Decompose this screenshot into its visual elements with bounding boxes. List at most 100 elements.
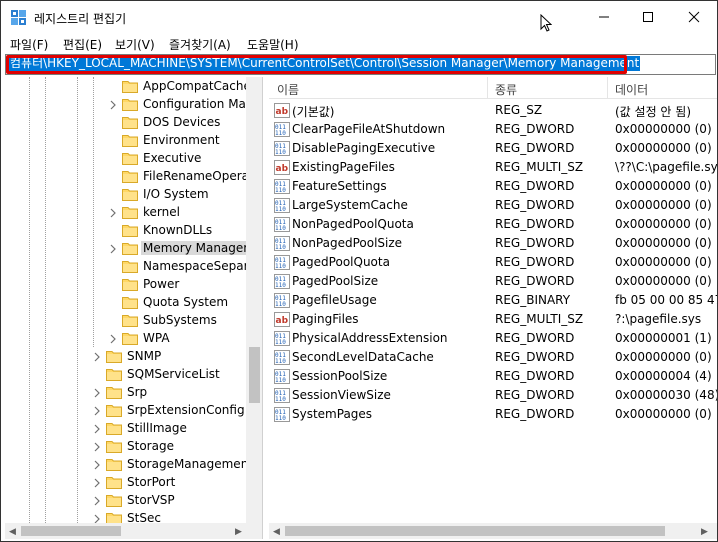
tree-item[interactable]: kernel — [108, 204, 246, 222]
scroll-right-icon[interactable]: ▶ — [701, 527, 708, 537]
tree-item[interactable]: Environment — [108, 132, 246, 150]
table-row[interactable]: 011 110 LargeSystemCache REG_DWORD 0x0000000… — [269, 196, 717, 215]
tree-item-label: Executive — [143, 151, 202, 165]
tree-item[interactable]: Executive — [108, 150, 246, 168]
table-row[interactable]: 011 110 NonPagedPoolSize REG_DWORD 0x0000000… — [269, 234, 717, 253]
table-row[interactable]: 011 110 NonPagedPoolQuota REG_DWORD 0x000000… — [269, 215, 717, 234]
tree-item[interactable]: SubSystems — [108, 312, 246, 330]
list-horizontal-scrollbar[interactable]: ◀ ▶ — [269, 523, 717, 539]
tree-item-label: StorVSP — [127, 493, 175, 507]
tree-item[interactable]: StorageManagement — [92, 456, 253, 474]
tree-item[interactable]: StorPort — [92, 474, 246, 492]
table-row[interactable]: ab (기본값) REG_SZ (값 설정 안 됨) — [269, 101, 717, 120]
value-name-cell: PagedPoolQuota — [292, 255, 390, 269]
table-row[interactable]: 011 110 ClearPageFileAtShutdown REG_DWORD 0x… — [269, 120, 717, 139]
folder-icon — [122, 133, 138, 147]
tree-item[interactable]: SrpExtensionConfig — [92, 402, 246, 420]
table-row[interactable]: ab ExistingPageFiles REG_MULTI_SZ \??\C:\pa… — [269, 158, 717, 177]
value-name-cell: ExistingPageFiles — [292, 160, 395, 174]
values-list-pane[interactable]: 이름 종류 데이터 ab (기본값) REG_SZ (값 설정 안 됨) 011 110 C… — [269, 77, 717, 539]
column-type-header[interactable]: 종류 — [495, 81, 517, 98]
value-name-cell: DisablePagingExecutive — [292, 141, 436, 155]
tree-item[interactable]: SNMP — [92, 348, 246, 366]
expand-chevron-icon[interactable] — [108, 333, 118, 345]
expand-chevron-icon[interactable] — [108, 99, 118, 111]
expand-chevron-icon[interactable] — [92, 351, 102, 363]
menu-view[interactable]: 보기(V) — [115, 36, 155, 53]
close-icon — [688, 11, 700, 23]
tree-item[interactable]: NamespaceSeparat — [108, 258, 261, 276]
expand-chevron-icon[interactable] — [92, 477, 102, 489]
tree-item-label: WPA — [143, 331, 170, 345]
value-type-cell: REG_DWORD — [495, 236, 575, 250]
close-button[interactable] — [671, 1, 717, 33]
table-row[interactable]: 011 110 SecondLevelDataCache REG_DWORD 0x000… — [269, 348, 717, 367]
menu-help[interactable]: 도움말(H) — [247, 36, 299, 53]
tree-item[interactable]: Power — [108, 276, 246, 294]
tree-item[interactable]: KnownDLLs — [108, 222, 246, 240]
table-row[interactable]: 011 110 SystemPages REG_DWORD 0x00000000 (0) — [269, 405, 717, 424]
title-bar[interactable]: 레지스트리 편집기 — [1, 1, 717, 33]
expand-chevron-icon[interactable] — [108, 207, 118, 219]
tree-vertical-scrollbar[interactable] — [246, 77, 262, 523]
tree-item[interactable]: WPA — [108, 330, 246, 348]
tree-horizontal-scrollbar[interactable]: ◀ ▶ — [5, 523, 262, 539]
column-name-header[interactable]: 이름 — [277, 81, 299, 98]
value-type-cell: REG_BINARY — [495, 293, 571, 307]
tree-item[interactable]: FileRenameOperatio — [108, 168, 262, 186]
scroll-left-icon[interactable]: ◀ — [273, 527, 280, 537]
mouse-cursor-icon — [540, 13, 553, 35]
minimize-button[interactable] — [581, 1, 627, 33]
tree-item-label: SubSystems — [143, 313, 217, 327]
value-data-cell: 0x00000000 (0) — [615, 407, 712, 421]
scroll-right-icon[interactable]: ▶ — [235, 527, 242, 537]
tree-item[interactable]: Storage — [92, 438, 246, 456]
table-row[interactable]: 011 110 DisablePagingExecutive REG_DWORD 0x0… — [269, 139, 717, 158]
tree-item[interactable]: Memory Managem — [108, 240, 257, 258]
expand-chevron-icon[interactable] — [92, 387, 102, 399]
expand-chevron-icon[interactable] — [92, 405, 102, 417]
menu-file[interactable]: 파일(F) — [10, 36, 48, 53]
table-row[interactable]: 011 110 PagefileUsage REG_BINARY fb 05 00 00… — [269, 291, 717, 310]
tree-item[interactable]: AppCompatCache — [108, 78, 251, 96]
value-data-cell: 0x00000000 (0) — [615, 179, 712, 193]
expand-chevron-icon[interactable] — [92, 441, 102, 453]
tree-item[interactable]: DOS Devices — [108, 114, 246, 132]
tree-item[interactable]: StillImage — [92, 420, 246, 438]
column-separator[interactable] — [607, 77, 608, 99]
key-tree-pane[interactable]: AppCompatCache Configuration Mana DOS Devi… — [5, 77, 263, 539]
tree-item[interactable]: Srp — [92, 384, 246, 402]
table-row[interactable]: 011 110 PagedPoolSize REG_DWORD 0x00000000 (… — [269, 272, 717, 291]
expand-chevron-icon[interactable] — [108, 243, 118, 255]
folder-icon — [122, 313, 138, 327]
column-separator[interactable] — [487, 77, 488, 99]
expand-chevron-icon[interactable] — [92, 423, 102, 435]
table-row[interactable]: 011 110 SessionPoolSize REG_DWORD 0x00000004… — [269, 367, 717, 386]
table-row[interactable]: 011 110 FeatureSettings REG_DWORD 0x00000000… — [269, 177, 717, 196]
tree-scroll-thumb[interactable] — [249, 347, 260, 403]
expand-chevron-icon[interactable] — [92, 495, 102, 507]
scroll-left-icon[interactable]: ◀ — [9, 527, 16, 537]
tree-item[interactable]: Configuration Mana — [108, 96, 261, 114]
column-data-header[interactable]: 데이터 — [615, 81, 648, 98]
tree-item[interactable]: I/O System — [108, 186, 246, 204]
tree-item[interactable]: Quota System — [108, 294, 246, 312]
table-row[interactable]: ab PagingFiles REG_MULTI_SZ ?:\pagefile.sys — [269, 310, 717, 329]
tree-item[interactable]: SQMServiceList — [92, 366, 246, 384]
menu-favorites[interactable]: 즐겨찾기(A) — [169, 36, 231, 53]
table-row[interactable]: 011 110 PhysicalAddressExtension REG_DWORD 0… — [269, 329, 717, 348]
address-highlight-box — [6, 55, 627, 74]
address-bar[interactable]: 컴퓨터\HKEY_LOCAL_MACHINE\SYSTEM\CurrentCon… — [5, 54, 716, 75]
value-data-cell: ?:\pagefile.sys — [615, 312, 702, 326]
value-type-cell: REG_DWORD — [495, 217, 575, 231]
table-row[interactable]: 011 110 PagedPoolQuota REG_DWORD 0x00000000 … — [269, 253, 717, 272]
expand-chevron-icon[interactable] — [92, 459, 102, 471]
menu-edit[interactable]: 편집(E) — [63, 36, 102, 53]
tree-hscroll-thumb[interactable] — [21, 526, 121, 536]
list-hscroll-thumb[interactable] — [285, 526, 665, 536]
tree-item[interactable]: StorVSP — [92, 492, 246, 510]
table-row[interactable]: 011 110 SessionViewSize REG_DWORD 0x00000030… — [269, 386, 717, 405]
value-type-cell: REG_DWORD — [495, 198, 575, 212]
maximize-button[interactable] — [625, 1, 671, 33]
value-type-cell: REG_DWORD — [495, 369, 575, 383]
